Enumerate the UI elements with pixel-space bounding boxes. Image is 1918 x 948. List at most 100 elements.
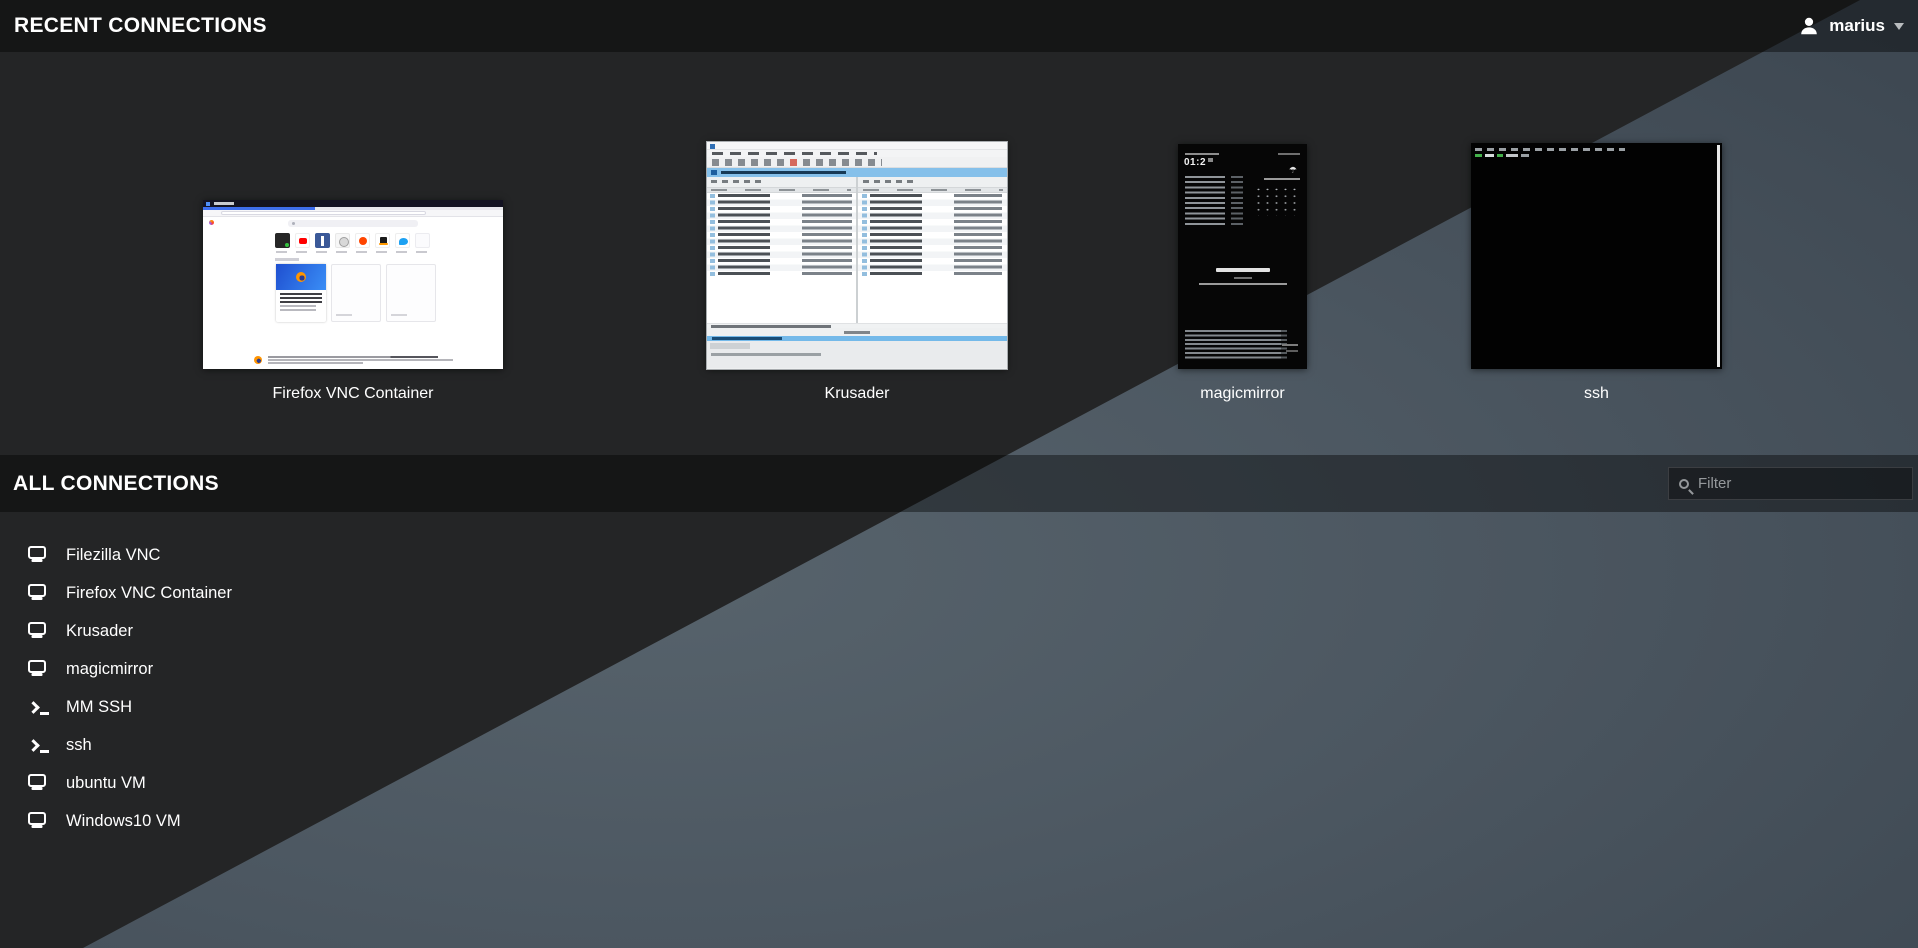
site-tile [295,233,310,248]
connection-name: ubuntu VM [66,774,146,793]
connection-item-krusader[interactable]: Krusader [0,612,173,650]
site-tile [415,233,430,248]
connection-label: ssh [1584,385,1609,403]
pocket-card [276,264,326,322]
mm-news-block [1185,330,1287,360]
recent-connection-firefox-vnc-container[interactable]: Firefox VNC Container [203,200,503,403]
connection-list: Filezilla VNC Firefox VNC Container Krus… [0,536,272,840]
thumb-topsites-row [275,233,433,248]
recent-connection-krusader[interactable]: Krusader [707,142,1007,403]
site-tile [395,233,410,248]
monitor-icon [28,584,49,603]
connection-thumbnail [707,142,1007,369]
terminal-prompt-segment [1506,154,1518,157]
all-connections-bar: ALL CONNECTIONS [0,455,1918,512]
mm-weather-line [1264,178,1300,180]
thumb-footer [203,351,503,369]
thumb-toolbar [203,210,503,217]
user-name: marius [1829,16,1885,36]
site-tile [335,233,350,248]
pocket-card-empty [386,264,436,322]
thumb-search-pill [288,220,418,227]
recent-connections-section: Firefox VNC Container Krusader [0,52,1918,455]
site-tile [315,233,330,248]
connection-thumbnail [203,200,503,369]
terminal-prompt-segment [1475,154,1482,157]
terminal-prompt-segment [1497,154,1503,157]
monitor-icon [28,812,49,831]
connection-label: magicmirror [1200,385,1284,403]
firefox-logo-small [209,220,214,225]
mm-events-list [1185,176,1243,228]
connection-thumbnail [1471,143,1722,369]
section-title: ALL CONNECTIONS [13,472,219,496]
site-tile [275,233,290,248]
mm-bottomright-line [1286,350,1298,352]
terminal-prompt-segment [1521,154,1529,157]
mm-compliment-text [1216,268,1270,272]
monitor-icon [28,546,49,565]
connection-item-firefox-vnc-container[interactable]: Firefox VNC Container [0,574,272,612]
user-icon [1798,15,1820,37]
terminal-icon [28,736,49,755]
mm-clock: 01:2 [1184,157,1206,168]
mm-bottomright-line [1282,344,1298,346]
connection-item-mm-ssh[interactable]: MM SSH [0,688,172,726]
site-tile [375,233,390,248]
card-image [276,264,326,290]
pocket-label [275,258,299,261]
page-title: RECENT CONNECTIONS [14,14,267,38]
terminal-text-line [1475,148,1625,151]
search-icon [1679,479,1689,489]
thumb-user-row [707,328,1007,336]
monitor-icon [28,660,49,679]
thumb-cards-row [276,264,436,322]
thumb-urlbar [221,211,426,215]
thumb-menubar [707,150,1007,157]
thumb-statusbar [707,323,1007,328]
connection-item-windows10-vm[interactable]: Windows10 VM [0,802,221,840]
connection-name: Filezilla VNC [66,546,160,565]
thumb-titlebar [203,200,503,207]
connection-item-filezilla-vnc[interactable]: Filezilla VNC [0,536,200,574]
connection-name: Firefox VNC Container [66,584,232,603]
terminal-scrollbar [1717,145,1720,367]
recent-connection-ssh[interactable]: ssh [1471,143,1722,403]
connection-label: Krusader [825,385,890,403]
connection-name: magicmirror [66,660,153,679]
mm-weather-icon: ☂ [1289,166,1297,175]
filter-box[interactable] [1668,467,1913,500]
connection-name: Windows10 VM [66,812,181,831]
monitor-icon [28,622,49,641]
pocket-card-empty [331,264,381,322]
chevron-down-icon [1894,23,1904,35]
mm-date-line [1185,153,1219,155]
connection-item-ubuntu-vm[interactable]: ubuntu VM [0,764,186,802]
thumb-toolbar [707,157,1007,168]
card-text [280,305,316,313]
user-menu[interactable]: marius [1798,15,1904,37]
site-tile [355,233,370,248]
pane-divider [856,177,858,324]
connection-name: ssh [66,736,92,755]
terminal-prompt-segment [1485,154,1494,157]
thumb-titlebar [707,142,1007,150]
top-header-bar: RECENT CONNECTIONS marius [0,0,1918,52]
connection-label: Firefox VNC Container [273,385,434,403]
site-captions [276,251,431,253]
mm-topright-line [1278,153,1300,155]
thumb-bottom-bar [707,341,1007,368]
connection-item-magicmirror[interactable]: magicmirror [0,650,193,688]
connection-name: MM SSH [66,698,132,717]
firefox-logo-small [254,356,262,364]
filter-input[interactable] [1698,475,1902,492]
card-text [280,293,322,303]
connection-name: Krusader [66,622,133,641]
footer-text-lines [268,355,453,365]
mm-subtext [1234,277,1252,279]
terminal-icon [28,698,49,717]
connection-item-ssh[interactable]: ssh [0,726,132,764]
mm-subtext [1199,283,1287,285]
recent-connection-magicmirror[interactable]: 01:2 ☂ magicmirror [1178,144,1307,403]
thumb-pathbar [707,168,1007,177]
